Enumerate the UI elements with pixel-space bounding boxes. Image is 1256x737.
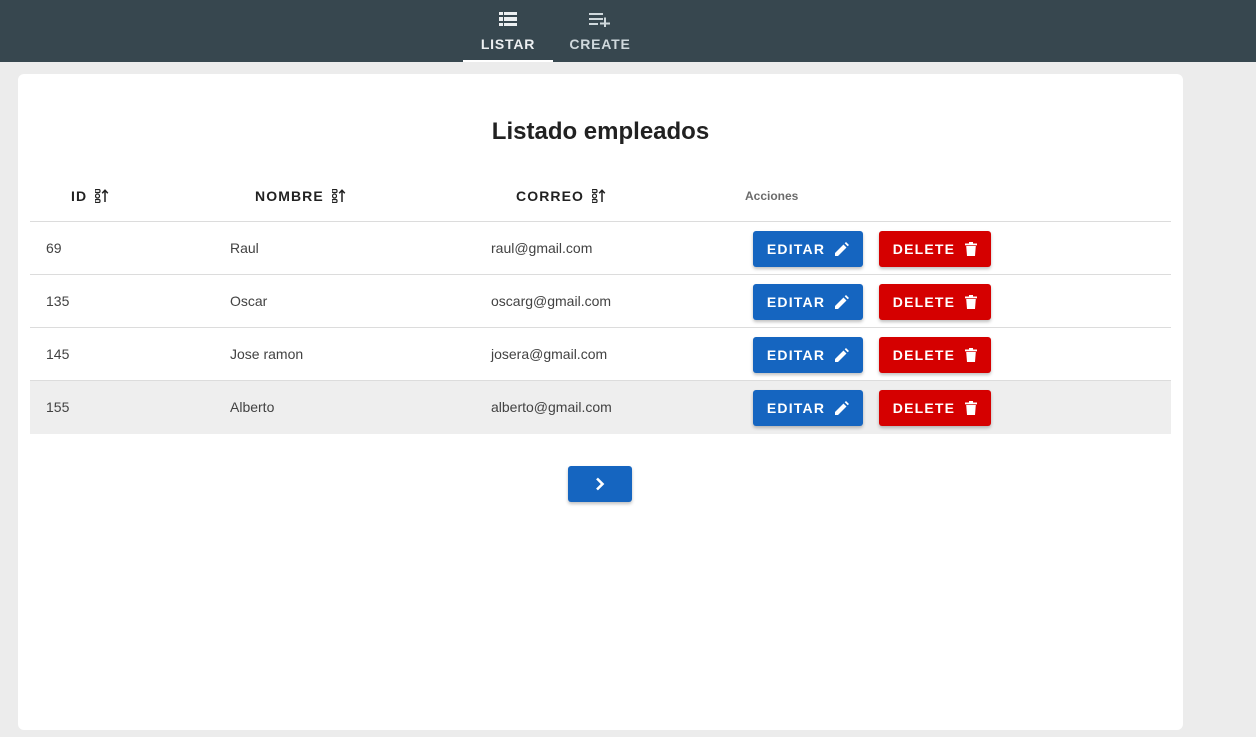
table-row: 145 Jose ramon josera@gmail.com EDITAR D… xyxy=(30,328,1171,381)
tab-listar[interactable]: LISTAR xyxy=(463,0,553,62)
edit-button[interactable]: EDITAR xyxy=(753,284,863,320)
cell-nombre: Alberto xyxy=(230,399,275,415)
trash-icon xyxy=(965,295,978,309)
edit-button-label: EDITAR xyxy=(766,294,826,310)
pencil-icon xyxy=(835,295,850,309)
cell-nombre: Jose ramon xyxy=(230,346,304,362)
column-header-correo[interactable]: CORREO xyxy=(516,170,608,222)
delete-button-label: DELETE xyxy=(892,400,956,416)
delete-button-label: DELETE xyxy=(892,347,956,363)
table-row: 155 Alberto alberto@gmail.com EDITAR DEL… xyxy=(30,381,1171,434)
sort-icon xyxy=(592,189,608,203)
tab-label: LISTAR xyxy=(480,36,536,52)
column-label: NOMBRE xyxy=(255,188,324,204)
cell-nombre: Oscar xyxy=(230,293,268,309)
table-row: 135 Oscar oscarg@gmail.com EDITAR DELETE xyxy=(30,275,1171,328)
active-tab-indicator xyxy=(463,60,553,62)
table-header: ID NOMBRE CORREO Acciones xyxy=(30,170,1171,222)
delete-button-label: DELETE xyxy=(892,294,956,310)
delete-button[interactable]: DELETE xyxy=(879,337,991,373)
pencil-icon xyxy=(835,242,850,256)
playlist-add-icon xyxy=(589,11,611,27)
next-page-button[interactable] xyxy=(568,466,632,502)
column-header-nombre[interactable]: NOMBRE xyxy=(255,170,348,222)
cell-id: 155 xyxy=(46,399,70,415)
edit-button[interactable]: EDITAR xyxy=(753,337,863,373)
column-header-acciones: Acciones xyxy=(745,170,798,222)
tab-label: CREATE xyxy=(569,36,631,52)
column-label: ID xyxy=(71,188,88,204)
delete-button[interactable]: DELETE xyxy=(879,284,991,320)
edit-button-label: EDITAR xyxy=(766,241,826,257)
page-title: Listado empleados xyxy=(491,118,710,145)
delete-button[interactable]: DELETE xyxy=(879,390,991,426)
cell-correo: raul@gmail.com xyxy=(491,240,593,256)
top-navigation-bar: LISTAR CREATE xyxy=(0,0,1256,62)
content-card: Listado empleados ID NOMBRE CORREO Accio… xyxy=(18,74,1183,730)
pencil-icon xyxy=(835,401,850,415)
delete-button-label: DELETE xyxy=(892,241,956,257)
pencil-icon xyxy=(835,348,850,362)
cell-correo: josera@gmail.com xyxy=(491,346,608,362)
cell-id: 145 xyxy=(46,346,70,362)
employees-table: ID NOMBRE CORREO Acciones 69 Raul raul@g… xyxy=(30,170,1171,434)
chevron-right-icon xyxy=(595,477,605,491)
cell-id: 69 xyxy=(46,240,62,256)
list-icon xyxy=(499,11,517,27)
column-label: CORREO xyxy=(516,188,585,204)
trash-icon xyxy=(965,348,978,362)
cell-correo: oscarg@gmail.com xyxy=(491,293,612,309)
tab-create[interactable]: CREATE xyxy=(555,0,645,62)
edit-button[interactable]: EDITAR xyxy=(753,390,863,426)
edit-button-label: EDITAR xyxy=(766,400,826,416)
cell-id: 135 xyxy=(46,293,70,309)
table-row: 69 Raul raul@gmail.com EDITAR DELETE xyxy=(30,222,1171,275)
edit-button-label: EDITAR xyxy=(766,347,826,363)
cell-correo: alberto@gmail.com xyxy=(491,399,612,415)
cell-nombre: Raul xyxy=(230,240,259,256)
sort-icon xyxy=(95,189,111,203)
trash-icon xyxy=(965,242,978,256)
column-label: Acciones xyxy=(745,189,799,203)
sort-icon xyxy=(331,189,348,203)
trash-icon xyxy=(965,401,978,415)
delete-button[interactable]: DELETE xyxy=(879,231,991,267)
edit-button[interactable]: EDITAR xyxy=(753,231,863,267)
column-header-id[interactable]: ID xyxy=(71,170,111,222)
